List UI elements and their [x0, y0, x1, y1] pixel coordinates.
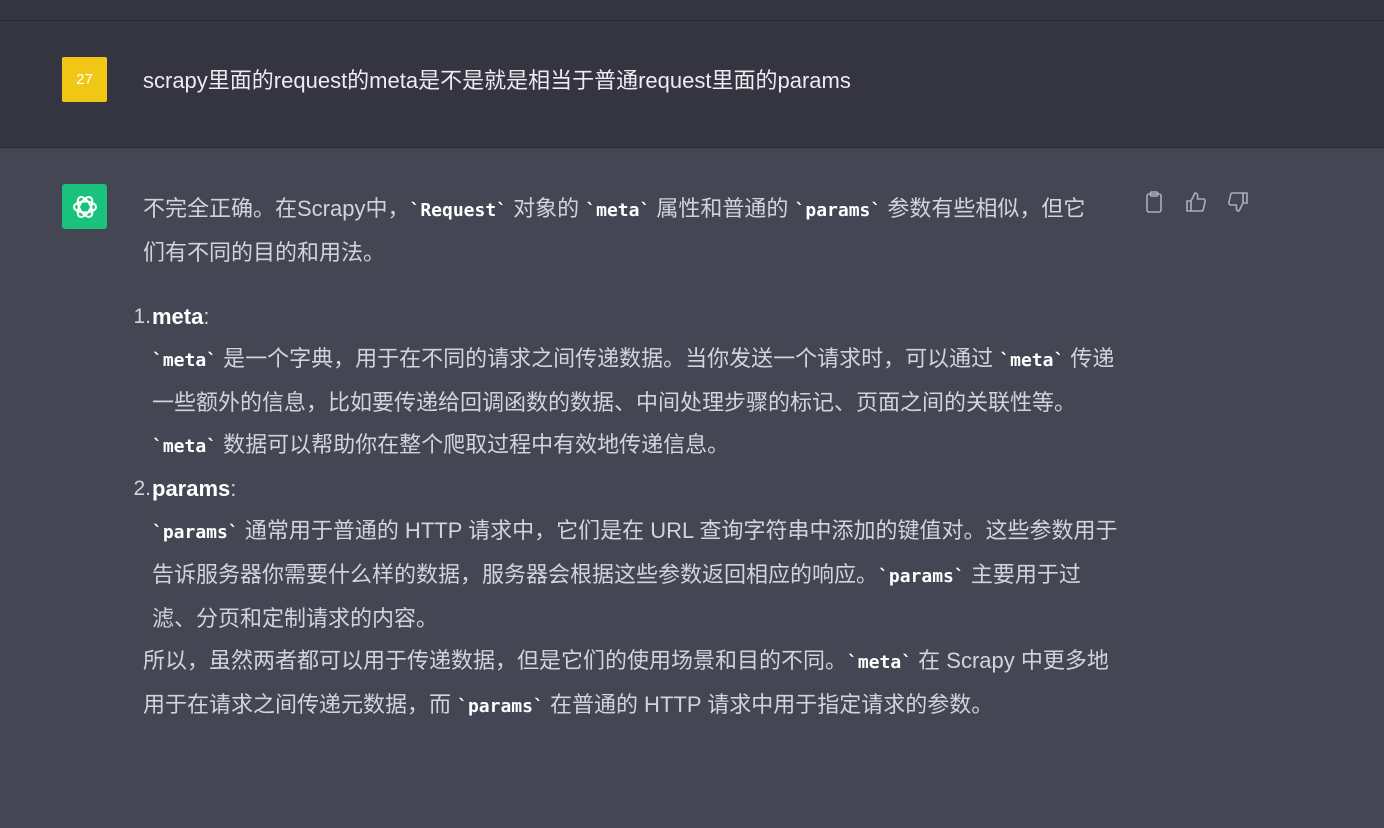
thumbs-down-icon	[1228, 192, 1248, 212]
intro-text-3: 属性和普通的	[650, 196, 795, 221]
list-description: `meta` 是一个字典，用于在不同的请求之间传递数据。当你发送一个请求时，可以…	[152, 338, 1123, 468]
user-message-text: scrapy里面的request的meta是不是就是相当于普通request里面…	[143, 68, 851, 93]
assistant-avatar	[62, 184, 107, 229]
inline-code: `params`	[152, 522, 239, 543]
intro-text-1: 不完全正确。在Scrapy中，	[143, 196, 410, 221]
clipboard-icon	[1146, 191, 1162, 213]
list-term: meta	[152, 304, 204, 329]
desc-text: 是一个字典，用于在不同的请求之间传递数据。当你发送一个请求时，可以通过	[217, 346, 1000, 371]
intro-paragraph: 不完全正确。在Scrapy中，`Request` 对象的 `meta` 属性和普…	[143, 188, 1093, 274]
comparison-list: 1. meta: `meta` 是一个字典，用于在不同的请求之间传递数据。当你发…	[133, 296, 1123, 640]
inline-code: `meta`	[999, 350, 1065, 371]
inline-code: `meta`	[152, 436, 218, 457]
inline-code: `meta`	[585, 200, 651, 221]
inline-code: `meta`	[152, 350, 218, 371]
user-message-row: 27 scrapy里面的request的meta是不是就是相当于普通reques…	[0, 21, 1384, 148]
message-actions	[1140, 188, 1252, 216]
conclusion-text-1: 所以，虽然两者都可以用于传递数据，但是它们的使用场景和目的不同。	[143, 648, 848, 673]
inline-code: `params`	[878, 566, 965, 587]
user-avatar: 27	[62, 57, 107, 102]
list-colon: :	[230, 476, 237, 501]
thumbs-up-button[interactable]	[1182, 188, 1210, 216]
thumbs-up-icon	[1186, 192, 1206, 212]
inline-code: `params`	[457, 696, 544, 717]
openai-logo-icon	[72, 195, 97, 218]
conclusion-text-3: 在普通的 HTTP 请求中用于指定请求的参数。	[543, 692, 994, 717]
list-item-params: 2. params: `params` 通常用于普通的 HTTP 请求中，它们是…	[133, 468, 1123, 640]
list-number: 2.	[133, 477, 151, 500]
assistant-message-row: 不完全正确。在Scrapy中，`Request` 对象的 `meta` 属性和普…	[0, 148, 1384, 828]
intro-text-2: 对象的	[507, 196, 586, 221]
desc-text: 数据可以帮助你在整个爬取过程中有效地传递信息。	[217, 432, 730, 457]
list-number: 1.	[133, 305, 151, 328]
inline-code: `Request`	[409, 200, 508, 221]
copy-button[interactable]	[1140, 188, 1168, 216]
list-term: params	[152, 476, 231, 501]
list-item-meta: 1. meta: `meta` 是一个字典，用于在不同的请求之间传递数据。当你发…	[133, 296, 1123, 468]
top-strip	[0, 0, 1384, 21]
inline-code: `meta`	[847, 652, 913, 673]
list-description: `params` 通常用于普通的 HTTP 请求中，它们是在 URL 查询字符串…	[152, 510, 1123, 640]
conclusion-paragraph: 所以，虽然两者都可以用于传递数据，但是它们的使用场景和目的不同。`meta` 在…	[143, 640, 1123, 728]
thumbs-down-button[interactable]	[1224, 188, 1252, 216]
assistant-message-content: 不完全正确。在Scrapy中，`Request` 对象的 `meta` 属性和普…	[133, 188, 1123, 728]
inline-code: `params`	[794, 200, 882, 221]
list-colon: :	[203, 304, 210, 329]
